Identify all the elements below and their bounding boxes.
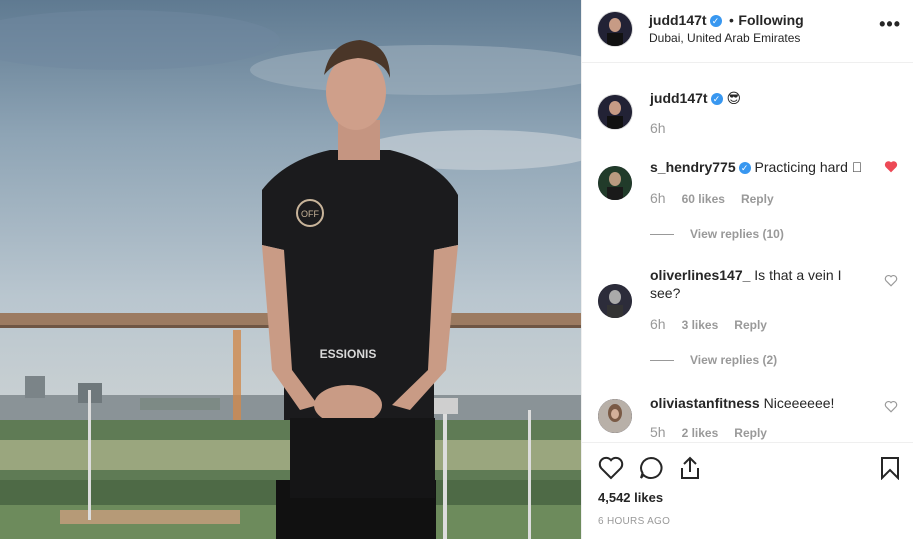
following-button[interactable]: Following — [738, 12, 803, 28]
comment-text: Practicing hard 🏻 — [754, 159, 863, 175]
reply-button[interactable]: Reply — [734, 318, 767, 332]
comment-item: oliviastanfitness Niceeeeee! 5h 2 likes Re… — [598, 392, 898, 442]
comment-like-heart-icon[interactable] — [884, 160, 898, 178]
like-heart-icon[interactable] — [598, 456, 624, 480]
comment-meta: 5h 2 likes Reply — [650, 424, 783, 440]
caption-text: 😎 — [726, 90, 742, 106]
post-header: judd147t ✓ • Following Dubai, United Arab… — [582, 0, 913, 63]
commenter-avatar[interactable] — [598, 399, 632, 433]
comment-username[interactable]: oliverlines147_ — [650, 267, 750, 283]
caption-avatar-image — [598, 95, 632, 129]
comment-meta: 6h 3 likes Reply — [650, 316, 783, 332]
photo-image: OFF ESSIONIS — [0, 0, 581, 539]
save-bookmark-icon[interactable] — [880, 456, 900, 480]
comment-likes[interactable]: 60 likes — [682, 192, 725, 206]
post-footer: 4,542 likes 6 HOURS AGO — [582, 442, 913, 540]
commenter-avatar-image — [598, 284, 632, 318]
view-replies-label: View replies (10) — [690, 227, 784, 241]
more-options-icon[interactable]: ••• — [879, 14, 901, 35]
verified-badge-icon: ✓ — [710, 93, 723, 106]
share-icon[interactable] — [678, 455, 702, 481]
reply-button[interactable]: Reply — [741, 192, 774, 206]
reply-button[interactable]: Reply — [734, 426, 767, 440]
view-replies-label: View replies (2) — [690, 353, 778, 367]
verified-badge-icon: ✓ — [709, 14, 722, 27]
comment-item: s_hendry775 ✓ Practicing hard 🏻 6h 60 like… — [598, 156, 898, 246]
author-avatar[interactable] — [598, 12, 632, 46]
comment-like-heart-icon[interactable] — [884, 274, 898, 292]
commenter-avatar[interactable] — [598, 284, 632, 318]
replies-divider-line — [650, 360, 674, 362]
likes-count[interactable]: 4,542 likes — [598, 490, 663, 505]
header-separator: • — [729, 12, 734, 28]
commenter-avatar[interactable] — [598, 166, 632, 200]
comment-time[interactable]: 6h — [650, 190, 666, 206]
post-photo[interactable]: OFF ESSIONIS — [0, 0, 581, 539]
commenter-avatar-image — [598, 399, 632, 433]
post-location[interactable]: Dubai, United Arab Emirates — [649, 31, 800, 45]
comment-username[interactable]: s_hendry775 — [650, 159, 736, 175]
post-time-ago[interactable]: 6 HOURS AGO — [598, 516, 670, 527]
caption: judd147t ✓ 😎 6h — [598, 82, 898, 152]
view-replies-button[interactable]: View replies (10) — [650, 227, 784, 241]
comment-username[interactable]: oliviastanfitness — [650, 395, 760, 411]
caption-avatar[interactable] — [598, 95, 632, 129]
caption-meta: 6h — [650, 120, 682, 136]
view-replies-button[interactable]: View replies (2) — [650, 353, 777, 367]
comment-meta: 6h 60 likes Reply — [650, 190, 790, 206]
caption-username[interactable]: judd147t — [650, 90, 708, 106]
comment-item: oliverlines147_ Is that a vein I see? 6h… — [598, 264, 898, 367]
comment-likes[interactable]: 2 likes — [682, 426, 719, 440]
comment-likes[interactable]: 3 likes — [682, 318, 719, 332]
verified-badge-icon: ✓ — [738, 162, 751, 175]
shirt-logo-text: OFF — [301, 209, 319, 219]
commenter-avatar-image — [598, 166, 632, 200]
caption-time[interactable]: 6h — [650, 120, 666, 136]
shirt-band-text: ESSIONIS — [320, 347, 377, 361]
author-username[interactable]: judd147t — [649, 12, 707, 28]
replies-divider-line — [650, 234, 674, 236]
comment-time[interactable]: 5h — [650, 424, 666, 440]
comment-like-heart-icon[interactable] — [884, 400, 898, 418]
comment-text: Niceeeeee! — [763, 395, 835, 411]
post-side-panel: judd147t ✓ • Following Dubai, United Arab… — [581, 0, 913, 539]
author-avatar-image — [598, 12, 632, 46]
comment-time[interactable]: 6h — [650, 316, 666, 332]
comment-bubble-icon[interactable] — [638, 456, 664, 480]
